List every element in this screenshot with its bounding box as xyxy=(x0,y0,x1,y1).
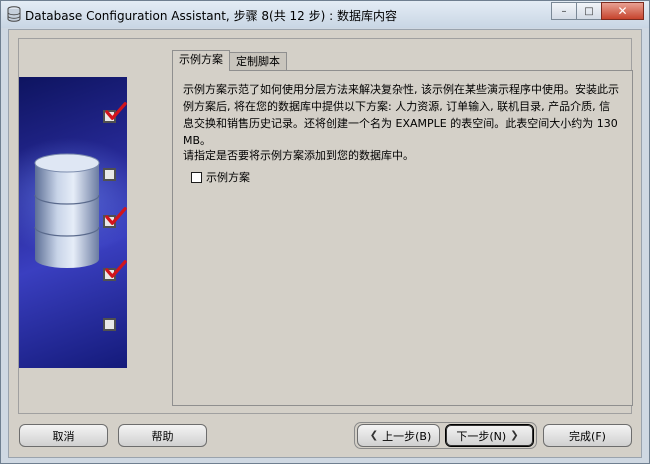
cancel-label: 取消 xyxy=(52,429,75,443)
red-checkmark-icon xyxy=(105,102,127,120)
red-checkmark-icon xyxy=(105,207,127,225)
chevron-left-icon: ❮ xyxy=(369,430,379,441)
chevron-right-icon: ❯ xyxy=(510,430,519,441)
tab-custom-scripts[interactable]: 定制脚本 xyxy=(229,52,287,71)
window-title: Database Configuration Assistant, 步骤 8(共… xyxy=(25,9,397,23)
sample-schemas-option[interactable]: 示例方案 xyxy=(191,169,250,185)
finish-button[interactable]: 完成(F) xyxy=(543,424,632,447)
dialog-body: 示例方案 定制脚本 示例方案示范了如何使用分层方法来解决复杂性, 该示例在某些演… xyxy=(8,29,642,458)
sample-schemas-checkbox[interactable] xyxy=(191,171,202,183)
wizard-banner-image xyxy=(19,77,127,368)
tab-sample-schemas[interactable]: 示例方案 xyxy=(172,50,230,71)
database-cylinder-icon xyxy=(34,153,100,268)
next-button[interactable]: 下一步(N) ❯ xyxy=(445,424,534,447)
close-button[interactable]: ✕ xyxy=(601,2,644,20)
window-controls: – □ ✕ xyxy=(551,2,644,21)
title-bar[interactable]: Database Configuration Assistant, 步骤 8(共… xyxy=(1,1,649,28)
unchecked-step-icon xyxy=(103,168,116,181)
tab-panel: 示例方案示范了如何使用分层方法来解决复杂性, 该示例在某些演示程序中使用。安装此… xyxy=(172,70,633,406)
maximize-button[interactable]: □ xyxy=(576,2,602,20)
description-text: 示例方案示范了如何使用分层方法来解决复杂性, 该示例在某些演示程序中使用。安装此… xyxy=(183,83,619,147)
cancel-button[interactable]: 取消 xyxy=(19,424,108,447)
help-label: 帮助 xyxy=(151,429,174,443)
red-checkmark-icon xyxy=(105,260,127,278)
finish-label: 完成(F) xyxy=(569,429,606,443)
database-icon xyxy=(7,6,21,22)
sample-schemas-label: 示例方案 xyxy=(206,171,250,184)
next-label: 下一步(N) xyxy=(456,429,507,443)
minimize-button[interactable]: – xyxy=(551,2,577,20)
prompt-text: 请指定是否要将示例方案添加到您的数据库中。 xyxy=(183,149,414,162)
unchecked-step-icon xyxy=(103,318,116,331)
back-label: 上一步(B) xyxy=(382,429,432,443)
dbca-window: Database Configuration Assistant, 步骤 8(共… xyxy=(0,0,650,464)
back-button[interactable]: ❮ 上一步(B) xyxy=(357,424,440,447)
help-button[interactable]: 帮助 xyxy=(118,424,207,447)
